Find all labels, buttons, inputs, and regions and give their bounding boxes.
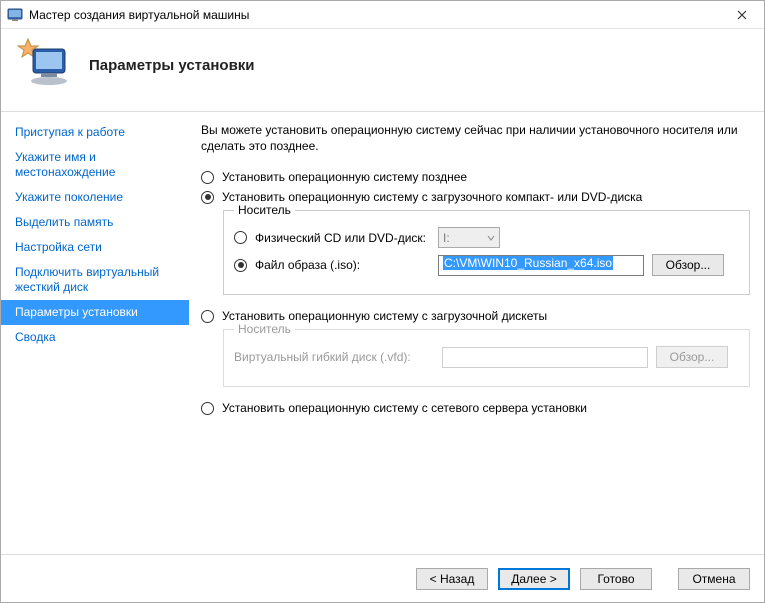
wizard-sidebar: Приступая к работе Укажите имя и местона… bbox=[1, 112, 189, 554]
vfd-browse-button: Обзор... bbox=[656, 346, 728, 368]
cancel-button[interactable]: Отмена bbox=[678, 568, 750, 590]
physical-drive-select[interactable]: I: bbox=[438, 227, 500, 248]
intro-text: Вы можете установить операционную систем… bbox=[201, 122, 750, 154]
option-iso-file-label: Файл образа (.iso): bbox=[255, 258, 430, 272]
wizard-header-icon bbox=[17, 37, 73, 93]
sidebar-item-network[interactable]: Настройка сети bbox=[1, 235, 189, 260]
back-button[interactable]: < Назад bbox=[416, 568, 488, 590]
cddvd-media-fieldset: Носитель Физический CD или DVD-диск: I: … bbox=[223, 210, 750, 295]
radio-icon bbox=[201, 171, 214, 184]
window-close-button[interactable] bbox=[720, 1, 764, 29]
physical-drive-value: I: bbox=[443, 231, 450, 245]
window-app-icon bbox=[7, 7, 23, 23]
floppy-media-legend: Носитель bbox=[234, 322, 295, 336]
option-install-later-label: Установить операционную систему позднее bbox=[222, 170, 467, 184]
chevron-down-icon bbox=[487, 234, 495, 242]
iso-path-value: C:\VM\WIN10_Russian_x64.iso bbox=[443, 256, 613, 270]
option-physical-disc-label: Физический CD или DVD-диск: bbox=[255, 231, 430, 245]
sidebar-item-memory[interactable]: Выделить память bbox=[1, 210, 189, 235]
sidebar-item-name[interactable]: Укажите имя и местонахождение bbox=[1, 145, 189, 185]
wizard-header: Параметры установки bbox=[1, 29, 764, 111]
finish-button[interactable]: Готово bbox=[580, 568, 652, 590]
option-install-floppy[interactable]: Установить операционную систему с загруз… bbox=[201, 309, 750, 323]
option-install-cddvd[interactable]: Установить операционную систему с загруз… bbox=[201, 190, 750, 204]
option-iso-file[interactable]: Файл образа (.iso): C:\VM\WIN10_Russian_… bbox=[234, 254, 739, 276]
vfd-path-input bbox=[442, 347, 648, 368]
close-icon bbox=[737, 10, 747, 20]
option-install-network[interactable]: Установить операционную систему с сетево… bbox=[201, 401, 750, 415]
floppy-media-fieldset: Носитель Виртуальный гибкий диск (.vfd):… bbox=[223, 329, 750, 387]
radio-icon bbox=[201, 402, 214, 415]
sidebar-item-start[interactable]: Приступая к работе bbox=[1, 120, 189, 145]
sidebar-item-generation[interactable]: Укажите поколение bbox=[1, 185, 189, 210]
option-physical-disc[interactable]: Физический CD или DVD-диск: I: bbox=[234, 227, 739, 248]
iso-browse-button[interactable]: Обзор... bbox=[652, 254, 724, 276]
radio-icon bbox=[201, 310, 214, 323]
sidebar-item-summary[interactable]: Сводка bbox=[1, 325, 189, 350]
radio-icon bbox=[234, 231, 247, 244]
radio-icon bbox=[234, 259, 247, 272]
wizard-main: Вы можете установить операционную систем… bbox=[189, 112, 764, 554]
radio-icon bbox=[201, 191, 214, 204]
next-button[interactable]: Далее > bbox=[498, 568, 570, 590]
sidebar-item-install-options[interactable]: Параметры установки bbox=[1, 300, 189, 325]
wizard-content: Приступая к работе Укажите имя и местона… bbox=[1, 111, 764, 554]
page-title: Параметры установки bbox=[89, 57, 255, 74]
window-title: Мастер создания виртуальной машины bbox=[29, 8, 249, 22]
iso-path-input[interactable]: C:\VM\WIN10_Russian_x64.iso bbox=[438, 255, 644, 276]
option-install-later[interactable]: Установить операционную систему позднее bbox=[201, 170, 750, 184]
cddvd-media-legend: Носитель bbox=[234, 203, 295, 217]
option-install-floppy-label: Установить операционную систему с загруз… bbox=[222, 309, 547, 323]
titlebar: Мастер создания виртуальной машины bbox=[1, 1, 764, 29]
option-install-network-label: Установить операционную систему с сетево… bbox=[222, 401, 587, 415]
option-install-cddvd-label: Установить операционную систему с загруз… bbox=[222, 190, 642, 204]
vfd-label: Виртуальный гибкий диск (.vfd): bbox=[234, 350, 434, 364]
wizard-footer: < Назад Далее > Готово Отмена bbox=[1, 554, 764, 602]
sidebar-item-disk[interactable]: Подключить виртуальный жесткий диск bbox=[1, 260, 189, 300]
